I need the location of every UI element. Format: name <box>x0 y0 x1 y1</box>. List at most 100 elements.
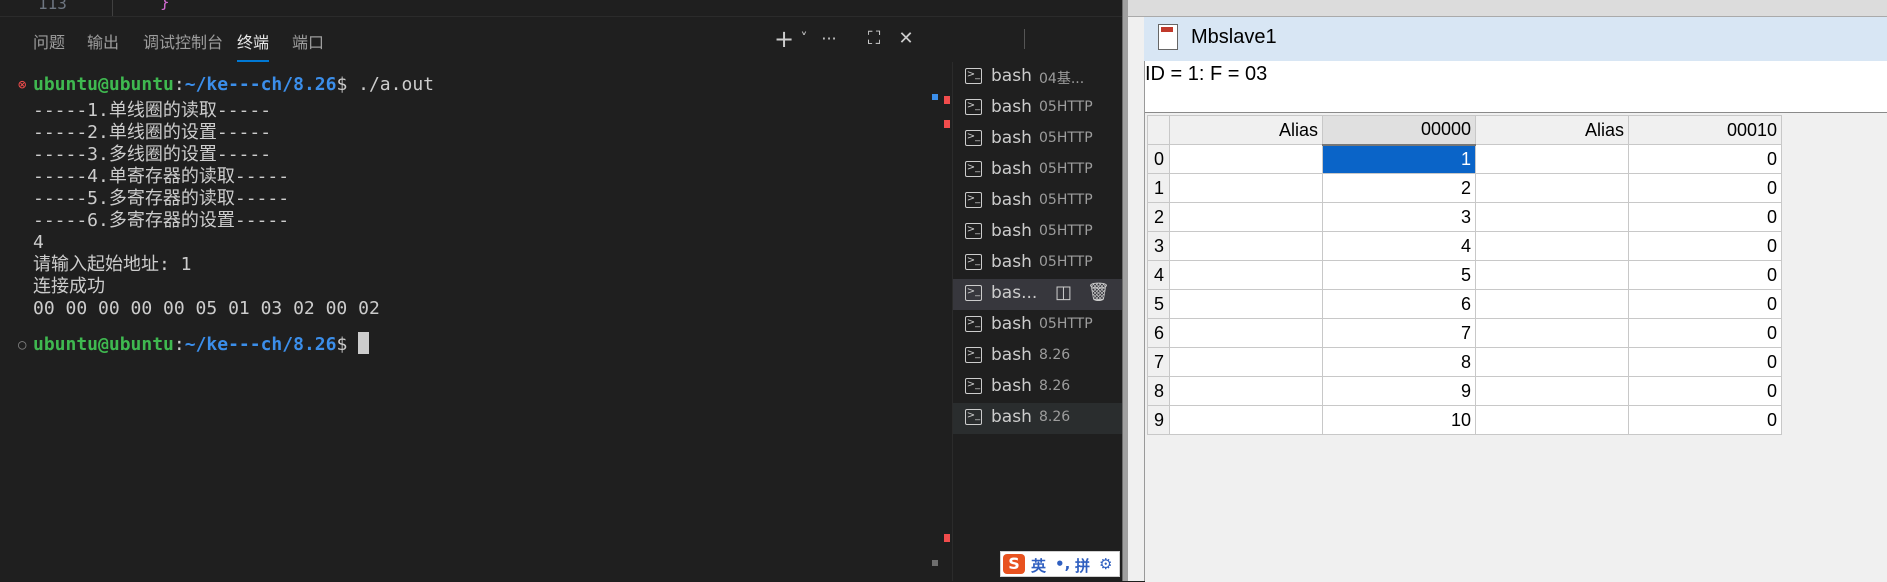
sogou-logo-icon[interactable]: S <box>1003 554 1025 574</box>
tab-terminal[interactable]: 终端 <box>237 29 270 62</box>
register-cell[interactable]: 0 <box>1628 144 1782 174</box>
alias-cell[interactable] <box>1169 260 1323 290</box>
terminal-desc: 8.26 <box>1039 409 1071 425</box>
register-cell-selected[interactable]: 1 <box>1322 144 1476 174</box>
column-header[interactable]: 00000 <box>1322 115 1476 146</box>
column-header[interactable]: Alias <box>1475 115 1629 145</box>
terminal-desc: 05HTTP <box>1039 223 1093 239</box>
alias-cell[interactable] <box>1475 347 1629 377</box>
terminal-desc: 05HTTP <box>1039 254 1093 270</box>
table-row: 3 4 0 <box>1147 231 1782 261</box>
ime-mode-toggle[interactable]: 拼 <box>1075 555 1090 576</box>
register-cell[interactable]: 0 <box>1628 231 1782 261</box>
register-cell[interactable]: 3 <box>1322 202 1476 232</box>
terminal-list-item[interactable]: >_ bash 8.26 <box>953 341 1123 372</box>
chevron-down-icon[interactable]: ˅ <box>790 25 818 53</box>
register-cell[interactable]: 4 <box>1322 231 1476 261</box>
terminal-list-item-hovered[interactable]: >_ bas... ◫ 🗑 <box>953 279 1123 310</box>
tab-problems[interactable]: 问题 <box>33 29 65 53</box>
register-cell[interactable]: 0 <box>1628 376 1782 406</box>
alias-cell[interactable] <box>1169 202 1323 232</box>
scroll-marker <box>944 96 950 104</box>
terminal-list-item[interactable]: >_ bash 05HTTP <box>953 124 1123 155</box>
register-cell[interactable]: 8 <box>1322 347 1476 377</box>
row-header[interactable]: 4 <box>1147 260 1170 290</box>
alias-cell[interactable] <box>1475 289 1629 319</box>
alias-cell[interactable] <box>1475 173 1629 203</box>
editor-strip: 113 } <box>0 0 1122 17</box>
tab-output[interactable]: 输出 <box>87 29 119 53</box>
register-cell[interactable]: 0 <box>1628 260 1782 290</box>
row-header[interactable]: 5 <box>1147 289 1170 319</box>
alias-cell[interactable] <box>1475 405 1629 435</box>
ime-language-toggle[interactable]: 英 <box>1031 555 1046 576</box>
terminal-icon: >_ <box>965 99 982 115</box>
row-header[interactable]: 9 <box>1147 405 1170 435</box>
tab-debug-console[interactable]: 调试控制台 <box>143 29 223 53</box>
mdi-title-bar[interactable]: Mbslave1 <box>1144 17 1887 61</box>
register-cell[interactable]: 10 <box>1322 405 1476 435</box>
prompt-decoration-icon[interactable]: ○ <box>18 332 26 358</box>
terminal-icon: >_ <box>965 192 982 208</box>
terminal-list-item[interactable]: >_ bash 05HTTP <box>953 310 1123 341</box>
register-cell[interactable]: 0 <box>1628 318 1782 348</box>
terminal-list-item[interactable]: >_ bash 04基... <box>953 62 1123 93</box>
register-cell[interactable]: 0 <box>1628 289 1782 319</box>
alias-cell[interactable] <box>1475 376 1629 406</box>
register-cell[interactable]: 5 <box>1322 260 1476 290</box>
row-header[interactable]: 7 <box>1147 347 1170 377</box>
register-cell[interactable]: 2 <box>1322 173 1476 203</box>
alias-cell[interactable] <box>1169 405 1323 435</box>
register-cell[interactable]: 7 <box>1322 318 1476 348</box>
row-header[interactable]: 2 <box>1147 202 1170 232</box>
terminal-scrollbar[interactable] <box>930 72 952 581</box>
ime-settings-icon[interactable]: ⚙ <box>1099 555 1112 573</box>
alias-cell[interactable] <box>1169 173 1323 203</box>
terminal-list-item[interactable]: >_ bash 05HTTP <box>953 93 1123 124</box>
column-header[interactable]: 00010 <box>1628 115 1782 145</box>
prompt-path: ~/ke---ch/8.26 <box>184 74 337 95</box>
trash-icon[interactable]: 🗑 <box>1087 282 1110 303</box>
terminal-list-item[interactable]: >_ bash 05HTTP <box>953 248 1123 279</box>
corner-cell[interactable] <box>1147 115 1170 145</box>
row-header[interactable]: 3 <box>1147 231 1170 261</box>
alias-cell[interactable] <box>1475 318 1629 348</box>
register-cell[interactable]: 0 <box>1628 347 1782 377</box>
ime-toolbar[interactable]: S 英 •, 拼 ⚙ <box>1000 551 1120 577</box>
alias-cell[interactable] <box>1169 231 1323 261</box>
row-header[interactable]: 6 <box>1147 318 1170 348</box>
alias-cell[interactable] <box>1475 231 1629 261</box>
row-header[interactable]: 0 <box>1147 144 1170 174</box>
more-actions-icon[interactable]: ··· <box>815 25 843 53</box>
register-cell[interactable]: 0 <box>1628 202 1782 232</box>
terminal-icon: >_ <box>965 378 982 394</box>
alias-cell[interactable] <box>1475 202 1629 232</box>
alias-cell[interactable] <box>1169 347 1323 377</box>
terminal-list-item[interactable]: >_ bash 05HTTP <box>953 155 1123 186</box>
alias-cell[interactable] <box>1169 376 1323 406</box>
column-header[interactable]: Alias <box>1169 115 1323 145</box>
terminal-output[interactable]: ⊗ ubuntu@ubuntu:~/ke---ch/8.26$ ./a.out … <box>0 72 930 581</box>
terminal-list-item-active[interactable]: >_ bash 8.26 <box>953 403 1123 434</box>
ime-punctuation-toggle[interactable]: •, <box>1055 555 1070 573</box>
maximize-panel-icon[interactable]: ⛶ <box>860 25 888 53</box>
terminal-list-item[interactable]: >_ bash 05HTTP <box>953 186 1123 217</box>
terminal-list-item[interactable]: >_ bash 8.26 <box>953 372 1123 403</box>
alias-cell[interactable] <box>1475 144 1629 174</box>
alias-cell[interactable] <box>1169 144 1323 174</box>
register-cell[interactable]: 6 <box>1322 289 1476 319</box>
register-cell[interactable]: 0 <box>1628 405 1782 435</box>
close-panel-icon[interactable]: ✕ <box>892 25 920 53</box>
alias-cell[interactable] <box>1475 260 1629 290</box>
register-cell[interactable]: 9 <box>1322 376 1476 406</box>
tab-ports[interactable]: 端口 <box>292 29 324 53</box>
error-decoration-icon[interactable]: ⊗ <box>18 72 26 98</box>
register-cell[interactable]: 0 <box>1628 173 1782 203</box>
alias-cell[interactable] <box>1169 318 1323 348</box>
scroll-marker <box>932 560 938 566</box>
row-header[interactable]: 8 <box>1147 376 1170 406</box>
split-terminal-icon[interactable]: ◫ <box>1055 282 1072 303</box>
row-header[interactable]: 1 <box>1147 173 1170 203</box>
terminal-list-item[interactable]: >_ bash 05HTTP <box>953 217 1123 248</box>
alias-cell[interactable] <box>1169 289 1323 319</box>
